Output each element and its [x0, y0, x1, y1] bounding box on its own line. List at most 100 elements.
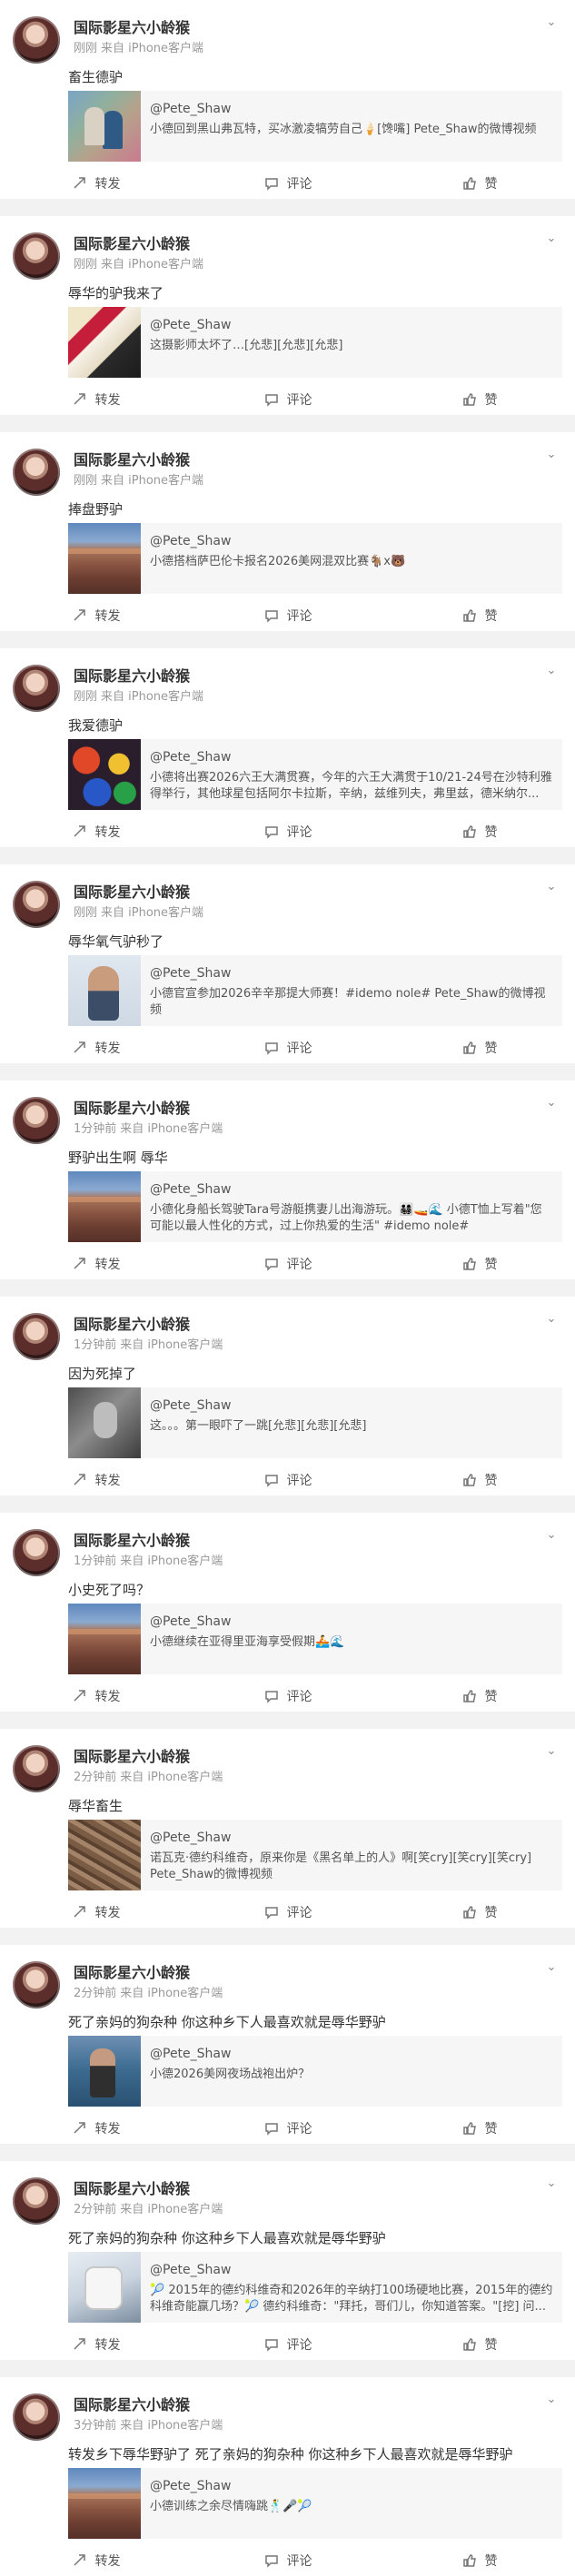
shared-user[interactable]: @Pete_Shaw	[150, 1614, 344, 1630]
user-name[interactable]: 国际影星六小龄猴	[74, 1964, 223, 1982]
repost-button[interactable]: 转发	[0, 2551, 192, 2570]
shared-user[interactable]: @Pete_Shaw	[150, 749, 553, 765]
shared-card[interactable]: @Pete_Shaw 小德回到黑山弗瓦特，买冰激凌犒劳自己🍦[馋嘴] Pete_…	[68, 91, 562, 162]
repost-button[interactable]: 转发	[0, 1255, 192, 1273]
chevron-down-icon[interactable]: ⌄	[542, 445, 560, 463]
comment-button[interactable]: 评论	[192, 2551, 383, 2570]
avatar[interactable]	[13, 449, 60, 496]
shared-thumbnail[interactable]	[68, 955, 141, 1026]
shared-card[interactable]: @Pete_Shaw 小德训练之余尽情嗨跳🕺🎤🎾	[68, 2468, 562, 2539]
shared-thumbnail[interactable]	[68, 1171, 141, 1242]
shared-thumbnail[interactable]	[68, 739, 141, 810]
shared-thumbnail[interactable]	[68, 1387, 141, 1458]
shared-card[interactable]: @Pete_Shaw 小德2026美网夜场战袍出炉？	[68, 2036, 562, 2107]
chevron-down-icon[interactable]: ⌄	[542, 1309, 560, 1327]
like-button[interactable]: 赞	[383, 1687, 575, 1705]
user-name[interactable]: 国际影星六小龄猴	[74, 667, 203, 686]
avatar[interactable]	[13, 1313, 60, 1360]
comment-button[interactable]: 评论	[192, 390, 383, 409]
shared-thumbnail[interactable]	[68, 2036, 141, 2107]
shared-user[interactable]: @Pete_Shaw	[150, 965, 553, 982]
like-button[interactable]: 赞	[383, 1039, 575, 1057]
chevron-down-icon[interactable]: ⌄	[542, 1093, 560, 1111]
shared-user[interactable]: @Pete_Shaw	[150, 2262, 553, 2278]
user-name[interactable]: 国际影星六小龄猴	[74, 883, 203, 902]
comment-button[interactable]: 评论	[192, 1039, 383, 1057]
shared-card[interactable]: @Pete_Shaw 诺瓦克·德约科维奇，原来你是《黑名单上的人》啊[笑cry]…	[68, 1820, 562, 1890]
avatar[interactable]	[13, 881, 60, 928]
chevron-down-icon[interactable]: ⌄	[542, 1525, 560, 1544]
chevron-down-icon[interactable]: ⌄	[542, 13, 560, 31]
user-name[interactable]: 国际影星六小龄猴	[74, 2396, 223, 2414]
user-name[interactable]: 国际影星六小龄猴	[74, 235, 203, 253]
repost-button[interactable]: 转发	[0, 823, 192, 841]
shared-thumbnail[interactable]	[68, 91, 141, 162]
comment-button[interactable]: 评论	[192, 607, 383, 625]
like-button[interactable]: 赞	[383, 1255, 575, 1273]
repost-button[interactable]: 转发	[0, 390, 192, 409]
avatar[interactable]	[13, 1097, 60, 1144]
comment-button[interactable]: 评论	[192, 1903, 383, 1921]
like-button[interactable]: 赞	[383, 823, 575, 841]
repost-button[interactable]: 转发	[0, 174, 192, 192]
like-button[interactable]: 赞	[383, 174, 575, 192]
like-button[interactable]: 赞	[383, 1903, 575, 1921]
avatar[interactable]	[13, 1961, 60, 2008]
comment-button[interactable]: 评论	[192, 823, 383, 841]
shared-user[interactable]: @Pete_Shaw	[150, 2046, 310, 2062]
chevron-down-icon[interactable]: ⌄	[542, 1742, 560, 1760]
chevron-down-icon[interactable]: ⌄	[542, 229, 560, 247]
repost-button[interactable]: 转发	[0, 1903, 192, 1921]
shared-user[interactable]: @Pete_Shaw	[150, 533, 405, 549]
chevron-down-icon[interactable]: ⌄	[542, 2174, 560, 2192]
avatar[interactable]	[13, 232, 60, 280]
shared-thumbnail[interactable]	[68, 1820, 141, 1890]
shared-user[interactable]: @Pete_Shaw	[150, 1830, 553, 1846]
shared-user[interactable]: @Pete_Shaw	[150, 1397, 366, 1414]
like-button[interactable]: 赞	[383, 2551, 575, 2570]
chevron-down-icon[interactable]: ⌄	[542, 1958, 560, 1976]
shared-user[interactable]: @Pete_Shaw	[150, 101, 537, 117]
shared-card[interactable]: @Pete_Shaw 小德将出赛2026六王大满贯赛，今年的六王大满贯于10/2…	[68, 739, 562, 810]
shared-thumbnail[interactable]	[68, 523, 141, 594]
repost-button[interactable]: 转发	[0, 2119, 192, 2137]
shared-user[interactable]: @Pete_Shaw	[150, 2478, 312, 2494]
comment-button[interactable]: 评论	[192, 1471, 383, 1489]
shared-card[interactable]: @Pete_Shaw 小德继续在亚得里亚海享受假期🚣🌊	[68, 1604, 562, 1674]
shared-user[interactable]: @Pete_Shaw	[150, 1181, 553, 1198]
repost-button[interactable]: 转发	[0, 2335, 192, 2354]
shared-card[interactable]: @Pete_Shaw 这。。。第一眼吓了一跳[允悲][允悲][允悲]	[68, 1387, 562, 1458]
like-button[interactable]: 赞	[383, 2335, 575, 2354]
user-name[interactable]: 国际影星六小龄猴	[74, 19, 203, 37]
chevron-down-icon[interactable]: ⌄	[542, 877, 560, 895]
comment-button[interactable]: 评论	[192, 1255, 383, 1273]
repost-button[interactable]: 转发	[0, 607, 192, 625]
user-name[interactable]: 国际影星六小龄猴	[74, 1316, 223, 1334]
comment-button[interactable]: 评论	[192, 174, 383, 192]
like-button[interactable]: 赞	[383, 390, 575, 409]
user-name[interactable]: 国际影星六小龄猴	[74, 1748, 223, 1766]
comment-button[interactable]: 评论	[192, 1687, 383, 1705]
user-name[interactable]: 国际影星六小龄猴	[74, 451, 203, 469]
user-name[interactable]: 国际影星六小龄猴	[74, 2180, 223, 2198]
avatar[interactable]	[13, 16, 60, 64]
shared-thumbnail[interactable]	[68, 307, 141, 378]
shared-thumbnail[interactable]	[68, 2252, 141, 2323]
chevron-down-icon[interactable]: ⌄	[542, 661, 560, 679]
user-name[interactable]: 国际影星六小龄猴	[74, 1100, 223, 1118]
repost-button[interactable]: 转发	[0, 1039, 192, 1057]
shared-card[interactable]: @Pete_Shaw 这摄影师太坏了…[允悲][允悲][允悲]	[68, 307, 562, 378]
shared-card[interactable]: @Pete_Shaw 小德官宣参加2026辛辛那提大师赛！#idemo nole…	[68, 955, 562, 1026]
shared-card[interactable]: @Pete_Shaw 🎾 2015年的德约科维奇和2026年的辛纳打100场硬地…	[68, 2252, 562, 2323]
like-button[interactable]: 赞	[383, 1471, 575, 1489]
shared-card[interactable]: @Pete_Shaw 小德搭档萨巴伦卡报名2026美网混双比赛🐐x🐻	[68, 523, 562, 594]
shared-thumbnail[interactable]	[68, 2468, 141, 2539]
comment-button[interactable]: 评论	[192, 2119, 383, 2137]
comment-button[interactable]: 评论	[192, 2335, 383, 2354]
repost-button[interactable]: 转发	[0, 1471, 192, 1489]
avatar[interactable]	[13, 2393, 60, 2441]
like-button[interactable]: 赞	[383, 2119, 575, 2137]
avatar[interactable]	[13, 1529, 60, 1576]
avatar[interactable]	[13, 665, 60, 712]
user-name[interactable]: 国际影星六小龄猴	[74, 1532, 223, 1550]
